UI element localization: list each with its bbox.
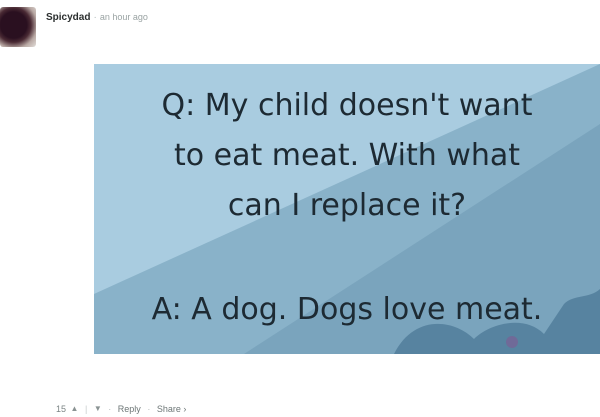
meme-answer: A: A dog. Dogs love meat. — [151, 292, 543, 327]
chevron-down-icon[interactable]: ▼ — [94, 402, 102, 416]
action-separator: · — [108, 403, 112, 414]
comment-actions: 15 ▲ | ▼ · Reply · Share › — [56, 401, 186, 416]
comment: Spicydad · an hour ago Q: My child doesn't… — [0, 0, 600, 417]
question-line: to eat meat. With what — [173, 138, 521, 173]
author-name[interactable]: Spicydad — [46, 12, 90, 23]
meme-image[interactable]: Q: My child doesn't want to eat meat. Wi… — [94, 64, 600, 354]
action-separator: · — [147, 403, 151, 414]
comment-meta: Spicydad · an hour ago — [46, 10, 148, 25]
meta-separator: · — [93, 12, 97, 23]
question-line: can I replace it? — [227, 188, 467, 223]
vote-count: 15 — [56, 403, 67, 414]
chevron-up-icon[interactable]: ▲ — [71, 402, 79, 416]
question-line: Q: My child doesn't want — [161, 88, 533, 123]
avatar[interactable] — [0, 7, 36, 47]
vote-divider: | — [84, 403, 88, 414]
timestamp[interactable]: an hour ago — [100, 12, 148, 22]
meme-question: Q: My child doesn't want to eat meat. Wi… — [94, 81, 600, 231]
share-button[interactable]: Share › — [157, 402, 187, 416]
reply-button[interactable]: Reply — [118, 402, 141, 416]
